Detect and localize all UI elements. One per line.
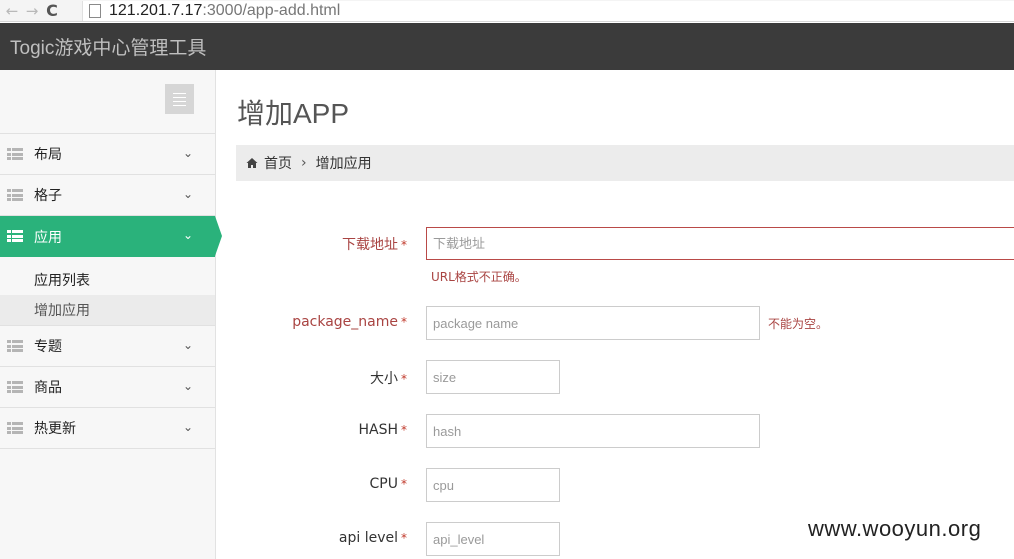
list-icon: [7, 148, 23, 160]
reload-icon[interactable]: C: [42, 1, 62, 21]
chevron-down-icon: ⌄: [183, 420, 194, 434]
apps-submenu: 应用列表 增加应用: [0, 257, 215, 326]
api-level-label: api level *: [338, 530, 407, 546]
chevron-down-icon: ⌄: [183, 228, 194, 242]
sidebar-item-grid[interactable]: 格子 ⌄: [0, 175, 215, 216]
sidebar-item-label: 商品: [34, 380, 62, 396]
page-icon: [89, 4, 101, 18]
breadcrumb-current: 增加应用: [315, 156, 372, 172]
list-icon: [7, 381, 23, 393]
sidebar-item-layout[interactable]: 布局 ⌄: [0, 134, 215, 175]
list-icon: [7, 230, 23, 242]
main-content: 增加APP 首页 › 增加应用 下载地址* URL格式不正确。 package_…: [216, 70, 1014, 559]
size-label: 大小 *: [370, 371, 407, 387]
chevron-down-icon: ⌄: [183, 146, 194, 160]
sidebar-item-topics[interactable]: 专题 ⌄: [0, 326, 215, 367]
download-url-input[interactable]: [426, 227, 1014, 260]
breadcrumb-separator: ›: [301, 155, 307, 171]
list-icon: [7, 340, 23, 352]
sidebar-item-label: 布局: [34, 147, 62, 163]
hash-input[interactable]: [426, 414, 760, 448]
download-url-label: 下载地址 *: [342, 237, 407, 253]
submenu-item-app-list[interactable]: 应用列表: [0, 265, 215, 295]
top-navbar: Togic游戏中心管理工具: [0, 23, 1014, 70]
url-path: :3000/app-add.html: [202, 2, 341, 19]
home-icon: [246, 158, 258, 168]
package-name-label: package_name *: [292, 314, 407, 330]
chevron-down-icon: ⌄: [183, 187, 194, 201]
sidebar-item-label: 格子: [34, 188, 62, 204]
back-arrow-icon[interactable]: ←: [2, 1, 22, 21]
package-name-input[interactable]: [426, 306, 760, 340]
breadcrumb: 首页 › 增加应用: [236, 145, 1014, 181]
cpu-input[interactable]: [426, 468, 560, 502]
download-url-error: URL格式不正确。: [431, 270, 527, 284]
api-level-input[interactable]: [426, 522, 560, 556]
url-host: 121.201.7.17: [109, 2, 203, 19]
chevron-down-icon: ⌄: [183, 338, 194, 352]
sidebar-item-apps[interactable]: 应用 ⌄: [0, 216, 222, 257]
sidebar-toggle-area: [0, 70, 215, 134]
sidebar-item-label: 专题: [34, 339, 62, 355]
list-icon: [7, 189, 23, 201]
cpu-label: CPU *: [369, 476, 407, 492]
watermark: www.wooyun.org: [808, 516, 982, 541]
size-input[interactable]: [426, 360, 560, 394]
package-name-error: 不能为空。: [768, 317, 829, 331]
sidebar-item-label: 应用: [34, 229, 62, 246]
chevron-down-icon: ⌄: [183, 379, 194, 393]
list-icon: [7, 422, 23, 434]
brand-title[interactable]: Togic游戏中心管理工具: [0, 33, 206, 60]
hash-label: HASH *: [358, 422, 407, 438]
breadcrumb-home-link[interactable]: 首页: [264, 153, 292, 173]
sidebar-item-label: 热更新: [34, 421, 76, 437]
forward-arrow-icon[interactable]: →: [22, 1, 42, 21]
submenu-item-add-app[interactable]: 增加应用: [0, 295, 215, 325]
browser-toolbar: ← → C 121.201.7.17:3000/app-add.html: [0, 0, 1014, 22]
sidebar-item-hotfix[interactable]: 热更新 ⌄: [0, 408, 215, 449]
sidebar-item-products[interactable]: 商品 ⌄: [0, 367, 215, 408]
hamburger-menu-icon[interactable]: [165, 84, 194, 114]
address-bar[interactable]: 121.201.7.17:3000/app-add.html: [82, 1, 1014, 21]
page-title: 增加APP: [237, 98, 350, 129]
sidebar: 布局 ⌄ 格子 ⌄ 应用 ⌄ 应用列表 增加应用 专题 ⌄ 商品 ⌄ 热更新 ⌄: [0, 70, 222, 559]
